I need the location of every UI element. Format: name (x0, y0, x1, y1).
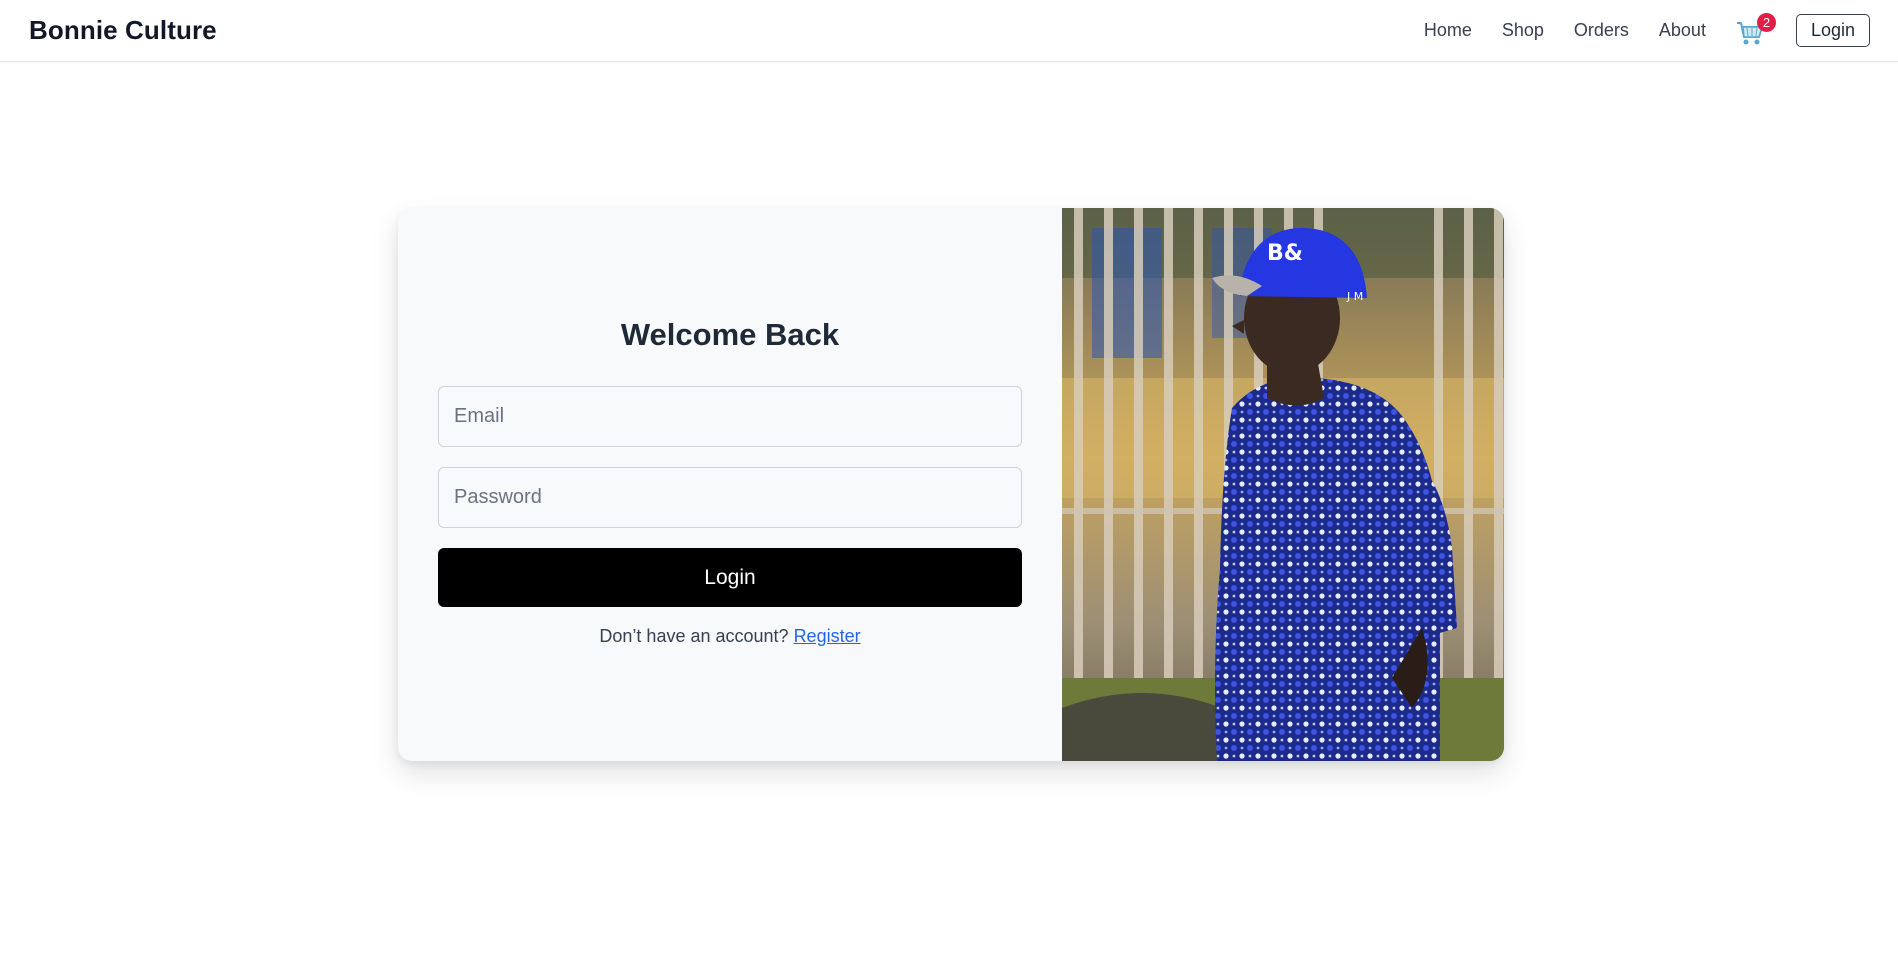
cart-button[interactable]: 2 (1736, 12, 1776, 46)
svg-text:J M: J M (1346, 290, 1363, 303)
hero-photo: B& J M (1062, 208, 1504, 761)
nav-link-orders[interactable]: Orders (1574, 20, 1629, 41)
email-input[interactable] (438, 386, 1022, 447)
top-navbar: Bonnie Culture Home Shop Orders About 2 … (0, 0, 1898, 62)
register-link[interactable]: Register (794, 626, 861, 646)
login-card: Welcome Back Login Don’t have an account… (398, 208, 1504, 761)
nav-link-shop[interactable]: Shop (1502, 20, 1544, 41)
svg-text:B&: B& (1267, 241, 1303, 266)
brand-logo[interactable]: Bonnie Culture (29, 15, 217, 46)
nav-link-home[interactable]: Home (1424, 20, 1472, 41)
nav-menu: Home Shop Orders About 2 Login (1424, 12, 1870, 47)
login-submit-button[interactable]: Login (438, 548, 1022, 607)
password-input[interactable] (438, 467, 1022, 528)
register-prompt-line: Don’t have an account? Register (398, 626, 1062, 647)
man-in-blue-cap-photo: B& J M (1062, 208, 1504, 761)
nav-login-button[interactable]: Login (1795, 14, 1870, 47)
cart-count-badge: 2 (1756, 12, 1776, 32)
login-title: Welcome Back (620, 317, 840, 352)
login-form-panel: Welcome Back Login Don’t have an account… (398, 208, 1062, 761)
register-prompt-text: Don’t have an account? (599, 626, 789, 646)
nav-link-about[interactable]: About (1659, 20, 1706, 41)
